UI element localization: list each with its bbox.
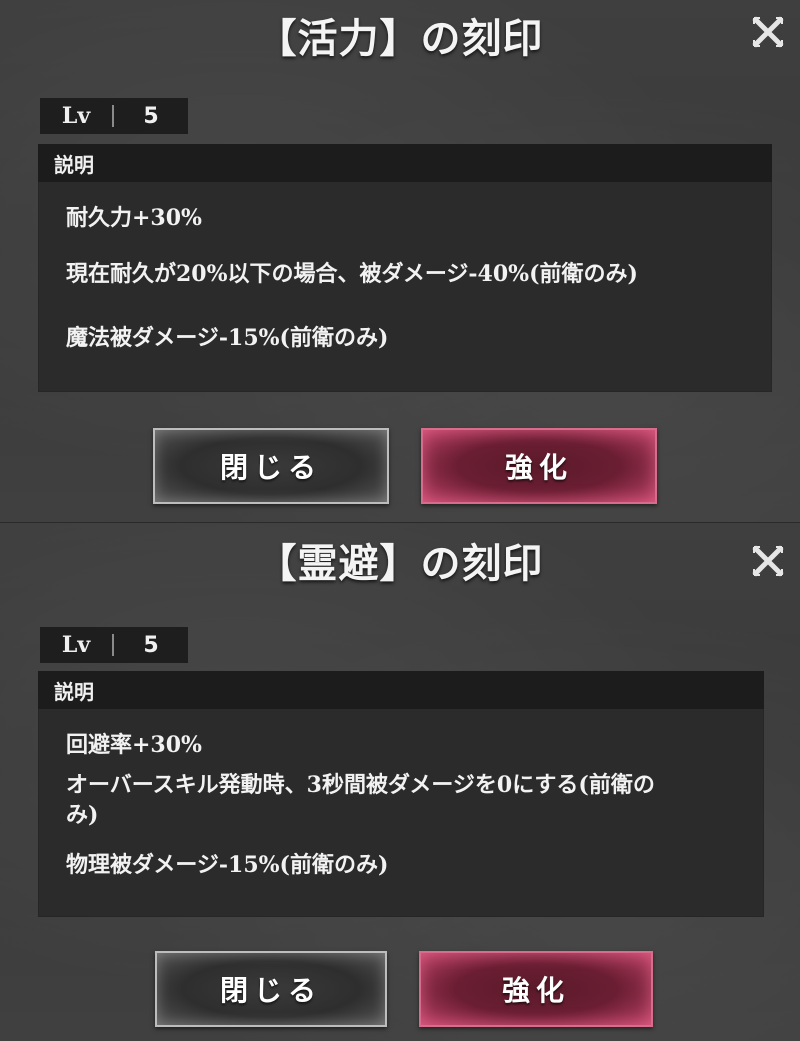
level-label: Lv [61,632,91,658]
description-box: 説明 耐久力+30% 現在耐久が20%以下の場合、被ダメージ-40%(前衛のみ)… [38,144,772,392]
dialog-title: 【活力】の刻印 [256,15,544,62]
description-line: 回避率+30% [66,732,202,758]
close-icon[interactable] [750,14,786,50]
description-header: 説明 [38,671,764,709]
description-line: 物理被ダメージ-15%(前衛のみ) [66,852,389,878]
description-line: 現在耐久が20%以下の場合、被ダメージ-40%(前衛のみ) [66,261,638,287]
level-value: 5 [143,632,159,658]
level-value: 5 [143,103,159,129]
close-button[interactable]: 閉じる [155,951,387,1027]
description-line: み) [66,802,99,828]
dialog-evasion-engraving: 【霊避】の刻印 Lv 5 説明 回避率+30% オーバースキル発動時、3秒間被ダ… [0,522,800,1041]
description-line: オーバースキル発動時、3秒間被ダメージを0にする(前衛の [66,772,655,798]
description-line: 耐久力+30% [66,205,202,231]
enhance-button[interactable]: 強化 [419,951,653,1027]
level-badge: Lv 5 [40,98,188,134]
description-box: 説明 回避率+30% オーバースキル発動時、3秒間被ダメージを0にする(前衛の … [38,671,764,917]
close-icon[interactable] [750,543,786,579]
description-line: 魔法被ダメージ-15%(前衛のみ) [66,325,389,351]
dialog-vitality-engraving: 【活力】の刻印 Lv 5 説明 耐久力+30% 現在耐久が20%以下の場合、被ダ… [0,0,800,522]
dialog-title: 【霊避】の刻印 [256,540,544,587]
level-badge: Lv 5 [40,627,188,663]
close-button[interactable]: 閉じる [153,428,389,504]
description-header: 説明 [38,144,772,182]
enhance-button[interactable]: 強化 [421,428,657,504]
level-label: Lv [61,103,91,129]
